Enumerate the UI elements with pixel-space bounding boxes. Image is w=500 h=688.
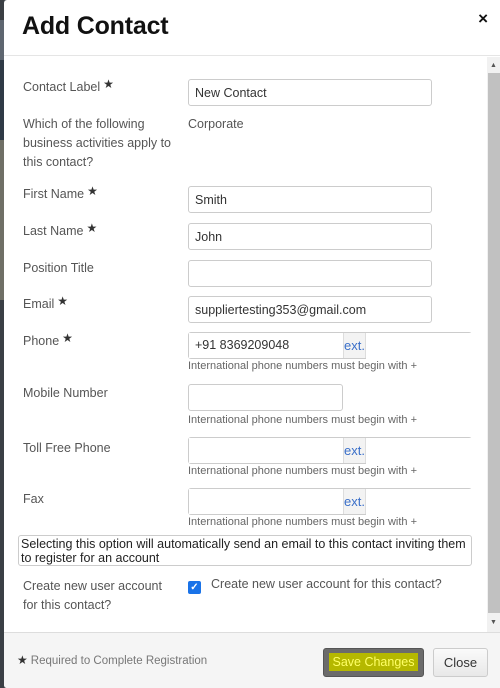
toll-free-help-text: International phone numbers must begin w…: [188, 465, 418, 477]
toll-free-ext-input[interactable]: [365, 438, 487, 465]
toll-free-ext-addon: ext.: [343, 438, 366, 463]
required-star-icon: ★: [62, 331, 73, 345]
add-contact-modal: Add Contact × Contact Label★ Which of th…: [4, 0, 500, 688]
mobile-help-text: International phone numbers must begin w…: [188, 414, 418, 426]
business-activities-line-2: business activities apply to: [23, 136, 171, 150]
fax-input[interactable]: [189, 489, 343, 514]
scroll-up-arrow-icon[interactable]: ▲: [487, 59, 500, 73]
last-name-input[interactable]: [188, 223, 432, 250]
business-activities-label: Which of the following business activiti…: [23, 115, 171, 172]
fax-label: Fax: [23, 492, 44, 506]
mobile-number-input[interactable]: [188, 384, 343, 411]
modal-footer: ★ Required to Complete Registration Save …: [4, 632, 500, 688]
toll-free-phone-label: Toll Free Phone: [23, 441, 111, 455]
required-star-icon: ★: [103, 77, 114, 91]
phone-input[interactable]: [189, 333, 343, 358]
save-changes-button[interactable]: Save Changes: [323, 648, 424, 677]
business-activities-line-1: Which of the following: [23, 117, 145, 131]
create-account-label-line-2: for this contact?: [23, 598, 112, 612]
required-note: ★ Required to Complete Registration: [17, 653, 207, 667]
scrollbar-thumb[interactable]: [488, 73, 500, 613]
fax-input-group: ext.: [188, 488, 487, 516]
required-star-icon: ★: [17, 653, 28, 667]
business-activities-value: Corporate: [188, 117, 244, 131]
required-note-text: Required to Complete Registration: [30, 655, 208, 667]
required-star-icon: ★: [87, 184, 98, 198]
close-icon[interactable]: ×: [478, 9, 488, 29]
last-name-label: Last Name ★: [23, 221, 98, 241]
modal-body: Contact Label★ Which of the following bu…: [4, 57, 487, 632]
first-name-text: First Name: [23, 187, 85, 201]
create-account-checkbox[interactable]: ✓: [188, 581, 201, 594]
phone-text: Phone: [23, 334, 60, 348]
create-account-checkbox-label[interactable]: Create new user account for this contact…: [211, 577, 442, 591]
contact-label-label: Contact Label ★: [23, 77, 114, 97]
create-account-label: Create new user account for this contact…: [23, 577, 162, 615]
toll-free-input-group: ext.: [188, 437, 487, 465]
email-input[interactable]: [188, 296, 432, 323]
first-name-label: First Name ★: [23, 184, 98, 204]
scrollbar[interactable]: ▲ ▼: [487, 57, 500, 632]
fax-ext-addon: ext.: [343, 489, 366, 514]
account-invite-notice: Selecting this option will automatically…: [18, 535, 472, 566]
fax-ext-input[interactable]: [365, 489, 487, 516]
phone-ext-input[interactable]: [365, 333, 487, 360]
contact-label-input[interactable]: [188, 79, 432, 106]
position-title-input[interactable]: [188, 260, 432, 287]
email-label: Email ★: [23, 294, 69, 314]
modal-header: Add Contact ×: [4, 0, 500, 56]
required-star-icon: ★: [57, 294, 69, 308]
scroll-down-arrow-icon[interactable]: ▼: [487, 616, 500, 630]
phone-help-text: International phone numbers must begin w…: [188, 360, 418, 372]
last-name-text: Last Name: [23, 224, 84, 238]
close-button[interactable]: Close: [433, 648, 488, 677]
business-activities-line-3: this contact?: [23, 155, 94, 169]
phone-ext-addon: ext.: [343, 333, 366, 358]
create-account-label-line-1: Create new user account: [23, 579, 162, 593]
modal-title: Add Contact: [22, 12, 169, 40]
toll-free-phone-input[interactable]: [189, 438, 343, 463]
contact-label-text: Contact Label: [23, 80, 101, 94]
phone-label: Phone ★: [23, 331, 73, 351]
position-title-label: Position Title: [23, 261, 94, 275]
email-text: Email: [23, 297, 55, 311]
fax-help-text: International phone numbers must begin w…: [188, 516, 418, 528]
first-name-input[interactable]: [188, 186, 432, 213]
phone-input-group: ext.: [188, 332, 487, 360]
save-changes-label: Save Changes: [329, 653, 418, 671]
required-star-icon: ★: [86, 221, 98, 235]
mobile-number-label: Mobile Number: [23, 386, 108, 400]
